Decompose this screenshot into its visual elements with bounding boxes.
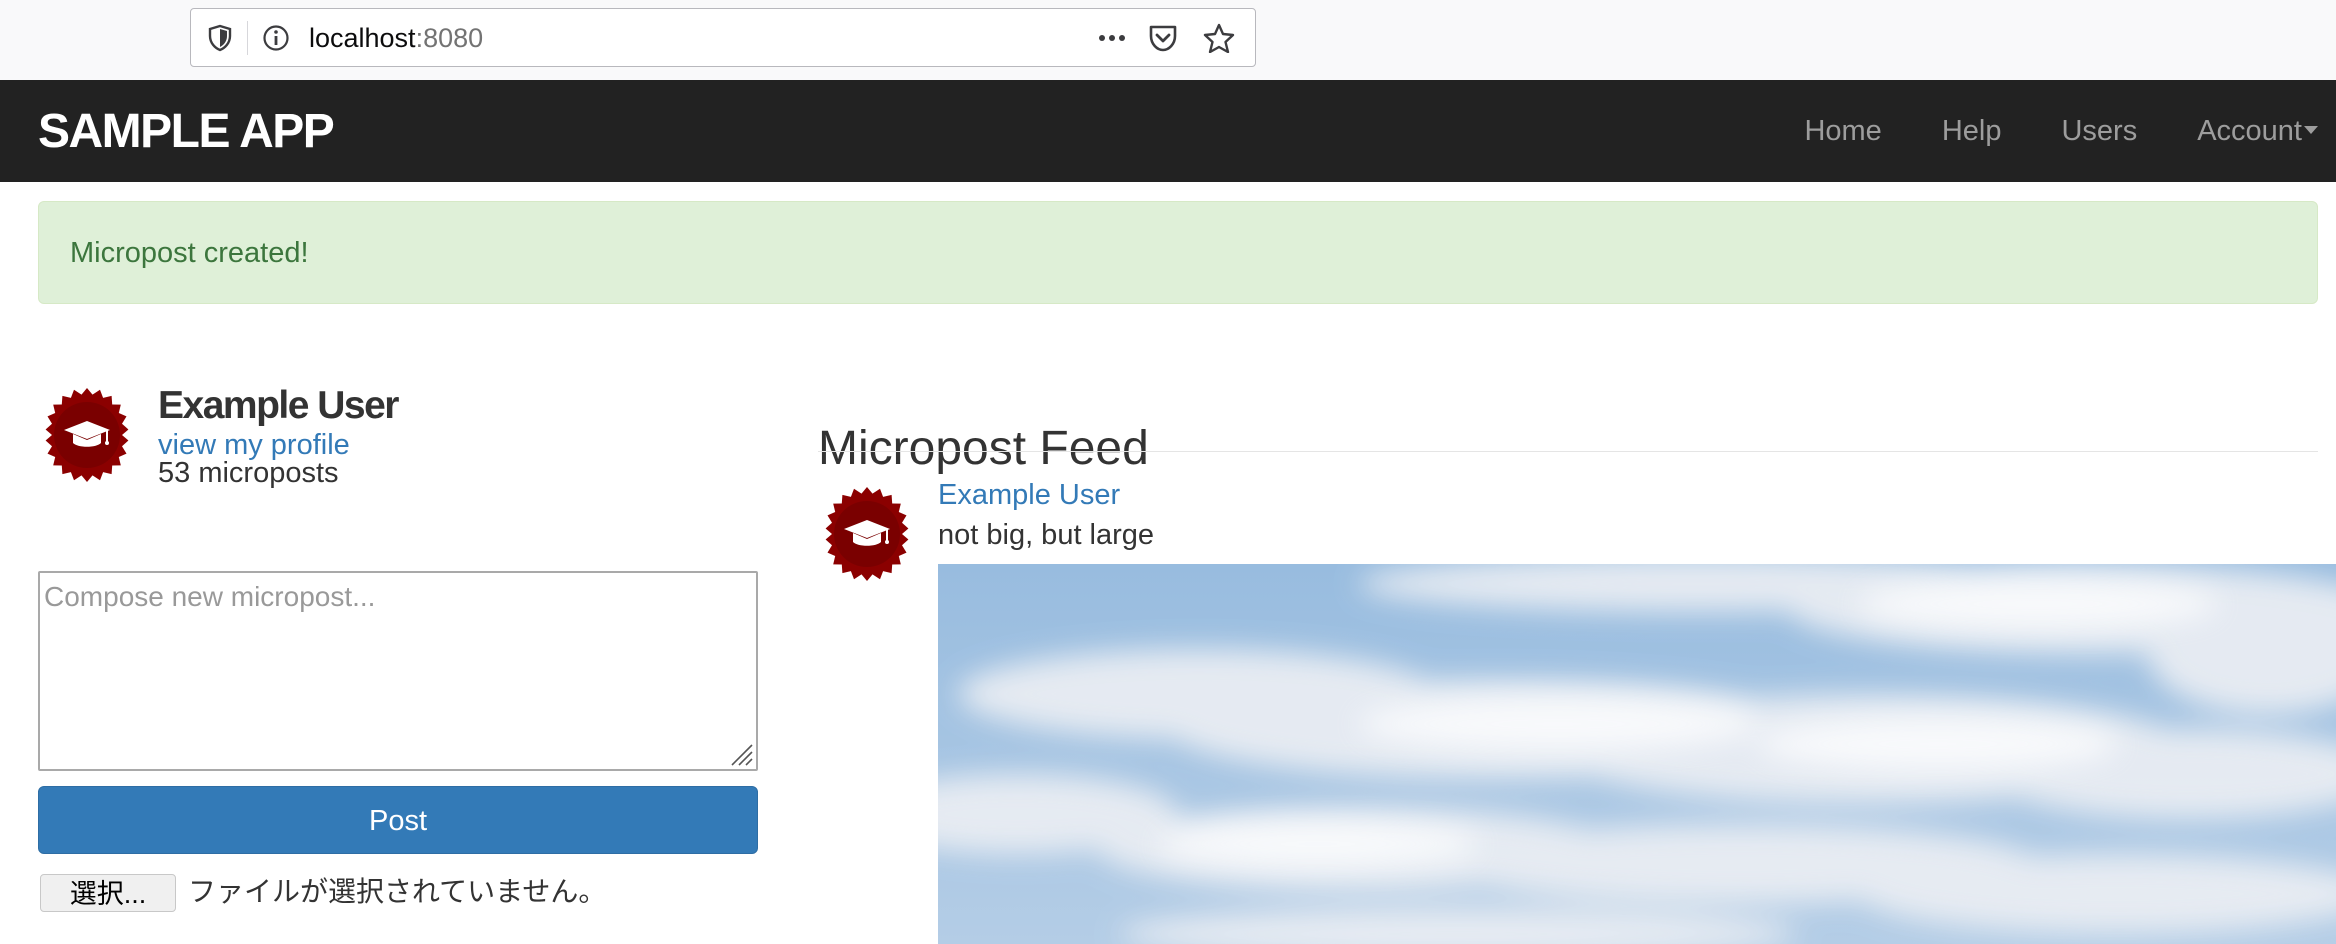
nav-links: Home Help Users Account bbox=[1744, 114, 2318, 148]
url-port: :8080 bbox=[415, 23, 484, 53]
feed-item-content: not big, but large bbox=[938, 519, 1155, 551]
feed-item-user-link[interactable]: Example User bbox=[938, 478, 1120, 512]
user-avatar[interactable] bbox=[40, 388, 134, 482]
resize-grip-icon[interactable] bbox=[728, 741, 754, 767]
address-divider bbox=[247, 21, 248, 55]
browser-toolbar: localhost:8080 bbox=[0, 0, 2336, 80]
sky-clouds-image bbox=[938, 564, 2336, 944]
file-status-text: ファイルが選択されていません。 bbox=[188, 876, 607, 907]
more-dots-icon[interactable] bbox=[1097, 23, 1127, 53]
url-host: localhost bbox=[309, 23, 416, 53]
nav-users-link[interactable]: Users bbox=[2061, 114, 2137, 148]
info-icon[interactable] bbox=[261, 23, 291, 53]
feed-item-avatar[interactable] bbox=[820, 487, 914, 581]
nav-home-link[interactable]: Home bbox=[1804, 114, 1881, 148]
flash-success: Micropost created! bbox=[38, 201, 2318, 304]
url-text[interactable]: localhost:8080 bbox=[309, 22, 483, 54]
feed-title: Micropost Feed bbox=[818, 421, 1149, 475]
site-logo[interactable]: SAMPLE APP bbox=[38, 106, 335, 158]
nav-account-dropdown[interactable]: Account bbox=[2197, 114, 2318, 148]
file-select-button[interactable]: 選択... bbox=[40, 874, 176, 912]
nav-account-label: Account bbox=[2197, 115, 2302, 147]
micropost-textarea[interactable]: Compose new micropost... bbox=[38, 571, 758, 771]
post-button-label: Post bbox=[368, 805, 428, 837]
address-bar[interactable]: localhost:8080 bbox=[190, 8, 1256, 67]
nav-help-link[interactable]: Help bbox=[1942, 114, 2002, 148]
shield-icon[interactable] bbox=[205, 23, 235, 53]
micropost-count: 53 microposts bbox=[158, 457, 339, 489]
caret-down-icon bbox=[2304, 126, 2318, 135]
file-select-label: 選択... bbox=[69, 879, 147, 909]
user-name: Example User bbox=[158, 384, 399, 427]
feed-divider bbox=[818, 451, 2318, 452]
post-button[interactable]: Post bbox=[38, 786, 758, 854]
compose-placeholder: Compose new micropost... bbox=[44, 581, 376, 612]
graduation-cap-badge-icon bbox=[45, 388, 129, 482]
feed-item-image bbox=[938, 564, 2336, 944]
star-icon[interactable] bbox=[1203, 23, 1235, 54]
site-navbar: SAMPLE APP Home Help Users Account bbox=[0, 80, 2336, 182]
pocket-icon[interactable] bbox=[1147, 23, 1177, 53]
graduation-cap-badge-icon bbox=[825, 487, 909, 581]
flash-message: Micropost created! bbox=[70, 237, 309, 269]
